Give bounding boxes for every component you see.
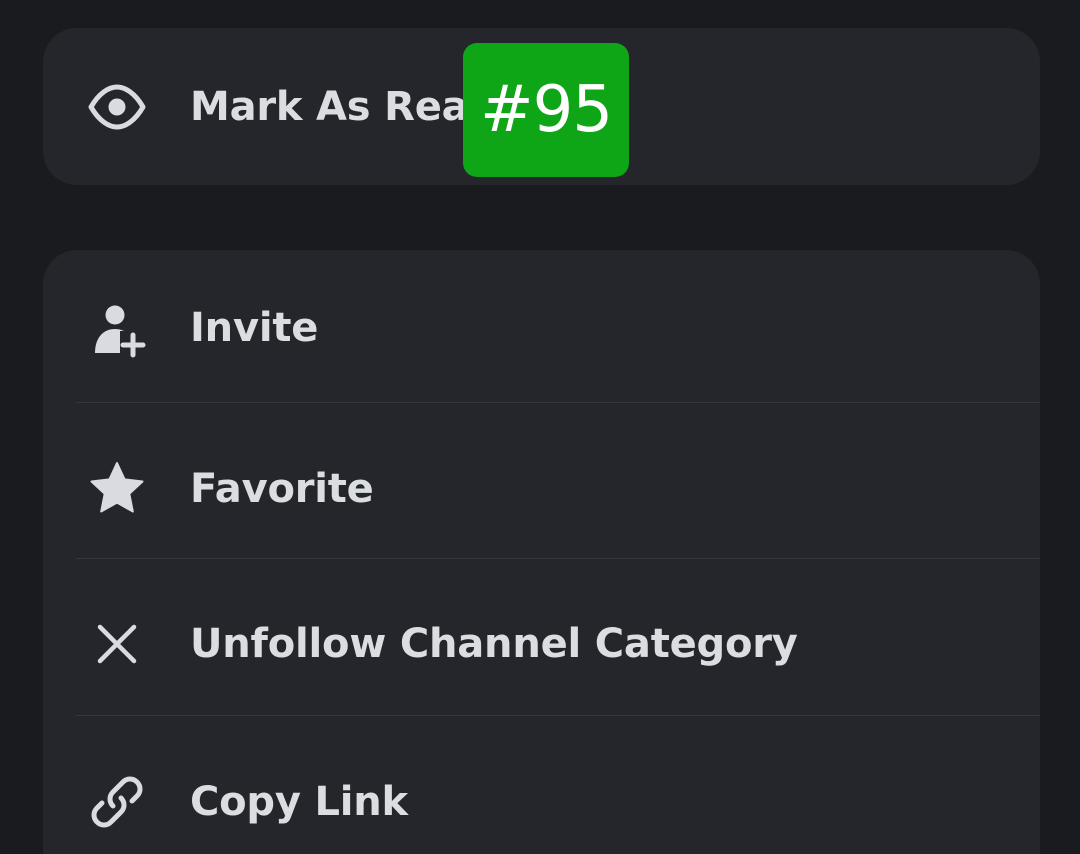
- star-icon: [87, 459, 147, 519]
- eye-icon: [87, 77, 147, 137]
- invite-item[interactable]: Invite: [43, 250, 1040, 406]
- copy-link-label: Copy Link: [190, 779, 408, 825]
- context-menu-screen: Mark As Read Invite Favorite Unfollow Ch…: [0, 0, 1080, 854]
- divider: [76, 402, 1040, 403]
- overlay-number-badge: #95: [463, 43, 629, 177]
- divider: [76, 558, 1040, 559]
- favorite-item[interactable]: Favorite: [43, 411, 1040, 567]
- favorite-label: Favorite: [190, 466, 374, 512]
- link-icon: [87, 772, 147, 832]
- mark-as-read-label: Mark As Read: [190, 83, 497, 130]
- channel-actions-card: Invite Favorite Unfollow Channel Categor…: [43, 250, 1040, 854]
- unfollow-channel-category-item[interactable]: Unfollow Channel Category: [43, 566, 1040, 722]
- add-user-icon: [87, 298, 147, 358]
- divider: [76, 715, 1040, 716]
- unfollow-channel-category-label: Unfollow Channel Category: [190, 621, 798, 667]
- copy-link-item[interactable]: Copy Link: [43, 724, 1040, 854]
- invite-label: Invite: [190, 305, 319, 351]
- close-icon: [87, 614, 147, 674]
